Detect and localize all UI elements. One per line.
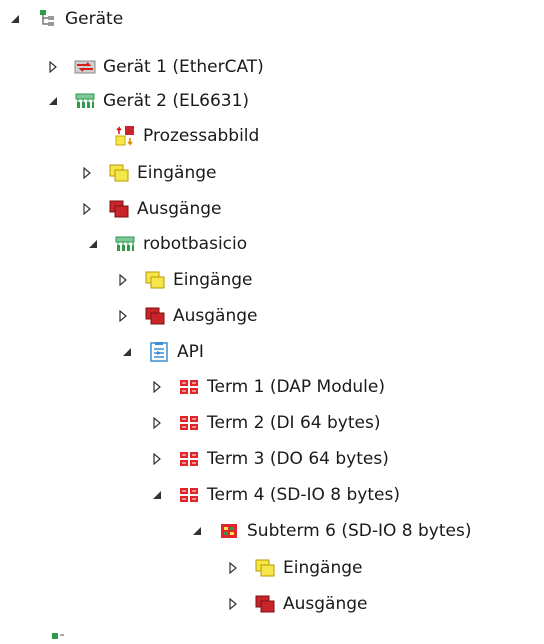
tree-node-label: Gerät 1 (EtherCAT) [103, 57, 264, 77]
process-image-icon [114, 125, 136, 147]
collapsed-arrow-icon[interactable] [150, 380, 164, 394]
tree-node-label: Eingänge [283, 558, 363, 578]
tree-node-label: Eingänge [173, 270, 253, 290]
tree-node-label: Ausgänge [137, 199, 222, 219]
tree-node-term-3[interactable]: Term 3 (DO 64 bytes) [150, 444, 389, 474]
tree-node-label: Prozessabbild [143, 126, 260, 146]
tree-node-label: Term 3 (DO 64 bytes) [207, 449, 389, 469]
tree-node-prozessabbild[interactable]: Prozessabbild [86, 121, 259, 151]
terminal-module-icon [178, 376, 200, 398]
tree-node-label: Gerät 2 (EL6631) [103, 91, 250, 111]
inputs-icon [108, 162, 130, 184]
tree-node-eingaenge[interactable]: Eingänge [80, 158, 216, 188]
ethercat-device-icon [74, 56, 96, 78]
api-icon [148, 341, 170, 363]
collapsed-arrow-icon[interactable] [226, 597, 240, 611]
tree-node-geraete[interactable]: Geräte [8, 4, 123, 34]
expanded-arrow-icon[interactable] [150, 488, 164, 502]
tree-node-eingaenge[interactable]: Eingänge [226, 553, 362, 583]
tree-node-label: Subterm 6 (SD-IO 8 bytes) [247, 521, 472, 541]
collapsed-arrow-icon[interactable] [46, 60, 60, 74]
inputs-icon [254, 557, 276, 579]
partial-tree-icon [50, 624, 64, 639]
tree-node-label: Eingänge [137, 163, 217, 183]
tree-node-label: Geräte [65, 9, 124, 29]
tree-node-label: Ausgänge [173, 306, 258, 326]
tree-node-label: API [177, 342, 204, 362]
tree-node-geraet-2[interactable]: Gerät 2 (EL6631) [46, 86, 249, 116]
collapsed-arrow-icon[interactable] [116, 309, 130, 323]
tree-node-ausgaenge[interactable]: Ausgänge [226, 589, 368, 619]
profinet-device-icon [114, 233, 136, 255]
tree-node-label: Term 1 (DAP Module) [207, 377, 385, 397]
tree-node-label: Term 2 (DI 64 bytes) [207, 413, 381, 433]
terminal-module-icon [178, 412, 200, 434]
collapsed-arrow-icon[interactable] [150, 452, 164, 466]
outputs-icon [254, 593, 276, 615]
tree-node-label: robotbasicio [143, 234, 248, 254]
collapsed-arrow-icon[interactable] [150, 416, 164, 430]
collapsed-arrow-icon[interactable] [80, 166, 94, 180]
device-tree: Geräte Gerät 1 (EtherCAT) Gerät 2 (EL663… [0, 0, 544, 639]
tree-node-label: Ausgänge [283, 594, 368, 614]
tree-node-ausgaenge[interactable]: Ausgänge [116, 301, 258, 331]
terminal-module-icon [178, 448, 200, 470]
inputs-icon [144, 269, 166, 291]
outputs-icon [108, 198, 130, 220]
tree-node-api[interactable]: API [120, 337, 204, 367]
expanded-arrow-icon[interactable] [190, 524, 204, 538]
tree-node-robotbasicio[interactable]: robotbasicio [86, 229, 247, 259]
tree-node-subterm-6[interactable]: Subterm 6 (SD-IO 8 bytes) [190, 516, 472, 546]
tree-node-term-1[interactable]: Term 1 (DAP Module) [150, 372, 385, 402]
expanded-arrow-icon[interactable] [120, 345, 134, 359]
tree-node-eingaenge[interactable]: Eingänge [116, 265, 252, 295]
profinet-device-icon [74, 90, 96, 112]
collapsed-arrow-icon[interactable] [80, 202, 94, 216]
subterm-module-icon [218, 520, 240, 542]
collapsed-arrow-icon[interactable] [226, 561, 240, 575]
tree-node-label: Term 4 (SD-IO 8 bytes) [207, 485, 400, 505]
tree-node-term-2[interactable]: Term 2 (DI 64 bytes) [150, 408, 380, 438]
tree-node-ausgaenge[interactable]: Ausgänge [80, 194, 222, 224]
collapsed-arrow-icon[interactable] [116, 273, 130, 287]
tree-node-geraet-1[interactable]: Gerät 1 (EtherCAT) [46, 52, 264, 82]
outputs-icon [144, 305, 166, 327]
tree-node-term-4[interactable]: Term 4 (SD-IO 8 bytes) [150, 480, 400, 510]
expanded-arrow-icon[interactable] [46, 94, 60, 108]
expanded-arrow-icon[interactable] [8, 12, 22, 26]
expanded-arrow-icon[interactable] [86, 237, 100, 251]
devices-tree-icon [36, 8, 58, 30]
terminal-module-icon [178, 484, 200, 506]
